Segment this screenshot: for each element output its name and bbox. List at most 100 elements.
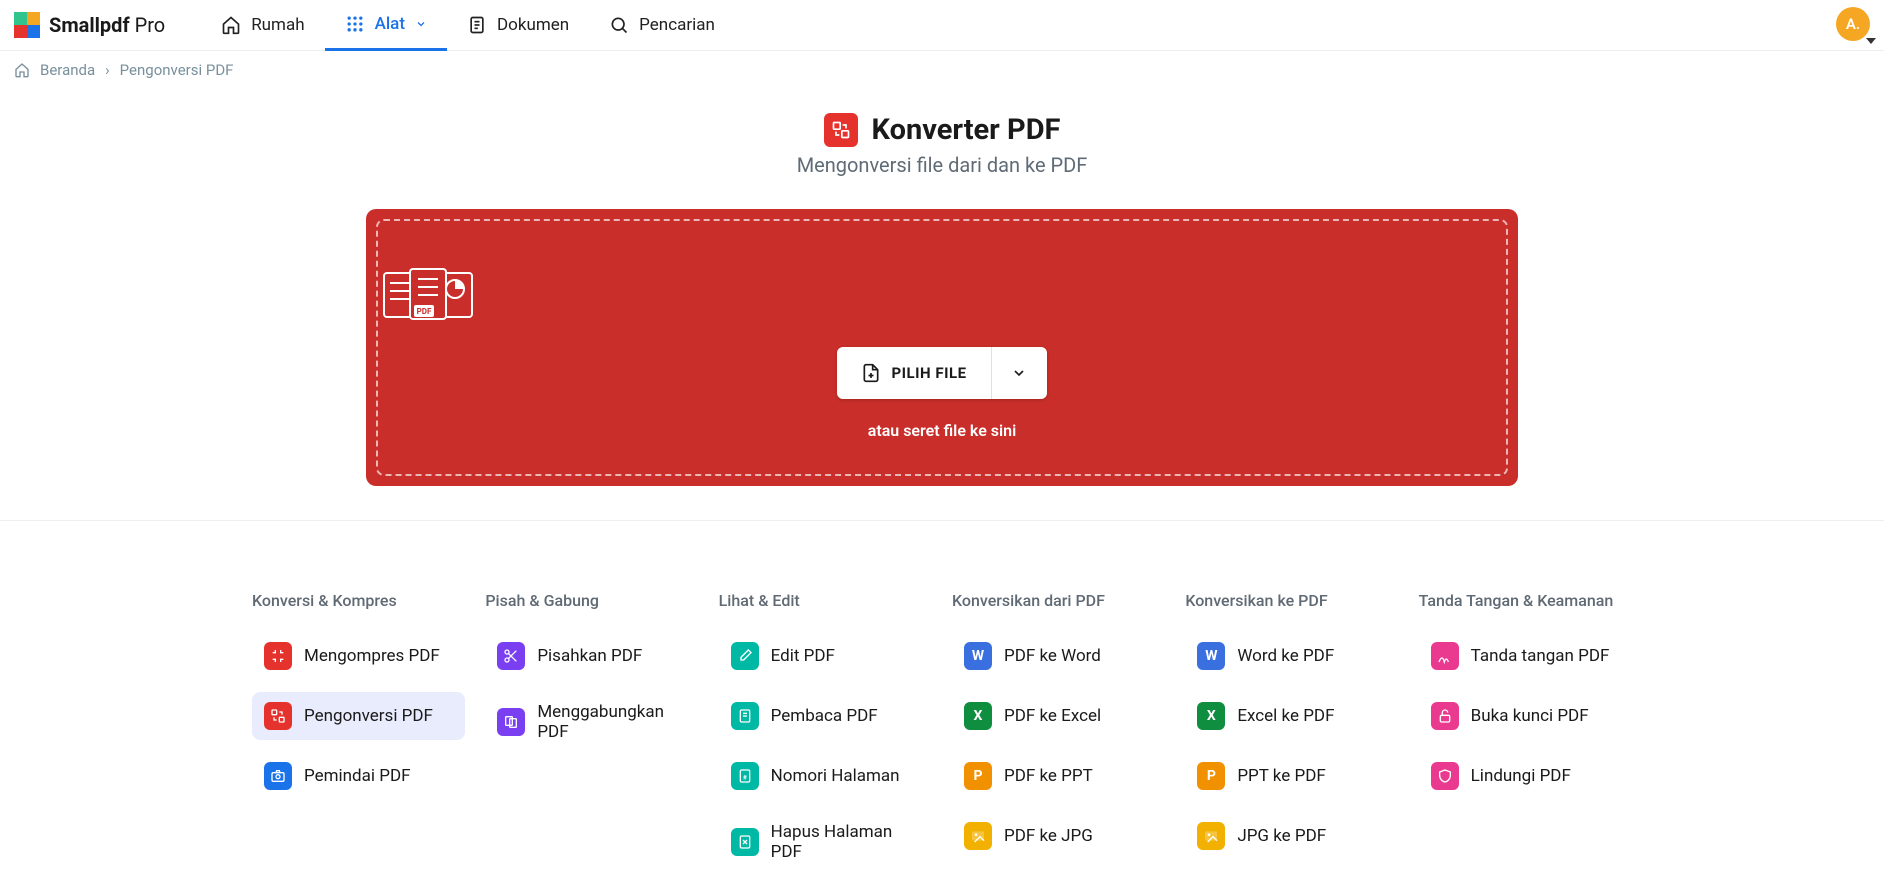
hero: Konverter PDF Mengonversi file dari dan … xyxy=(0,89,1884,486)
nav-search[interactable]: Pencarian xyxy=(589,0,735,51)
tool-item-label: Pemindai PDF xyxy=(304,766,411,786)
W-icon: W xyxy=(1197,642,1225,670)
tool-item[interactable]: Mengompres PDF xyxy=(252,632,465,680)
tools-column: Konversikan dari PDF W PDF ke Word XPDF ke … xyxy=(952,591,1165,884)
tool-item[interactable]: XExcel ke PDF xyxy=(1185,692,1398,740)
home-icon xyxy=(221,15,241,35)
file-plus-icon xyxy=(861,363,881,383)
files-illustration-icon: PDF xyxy=(378,263,478,327)
nav-tools[interactable]: Alat xyxy=(325,0,447,51)
tool-item-label: JPG ke PDF xyxy=(1237,826,1326,846)
tool-item-label: Pisahkan PDF xyxy=(537,646,642,666)
drop-hint: atau seret file ke sini xyxy=(378,421,1506,440)
tools-column: Konversi & Kompres Mengompres PDF Pengonve… xyxy=(252,591,465,884)
nav-search-label: Pencarian xyxy=(639,15,715,35)
tool-item-label: Hapus Halaman PDF xyxy=(771,822,920,862)
tool-item-label: PDF ke JPG xyxy=(1004,826,1093,846)
nav-tools-label: Alat xyxy=(375,14,405,34)
tool-item-label: Tanda tangan PDF xyxy=(1471,646,1610,666)
tool-item-label: Mengompres PDF xyxy=(304,646,440,666)
brand-logo-icon xyxy=(14,12,40,38)
tool-item[interactable]: W Word ke PDF xyxy=(1185,632,1398,680)
tool-item-label: Word ke PDF xyxy=(1237,646,1334,666)
P-icon: P xyxy=(1197,762,1225,790)
img-icon xyxy=(964,822,992,850)
nav-documents-label: Dokumen xyxy=(497,15,569,35)
tool-item[interactable]: Pengonversi PDF xyxy=(252,692,465,740)
number-icon: # xyxy=(731,762,759,790)
tool-item-label: Nomori Halaman xyxy=(771,766,900,786)
tools-column-title: Konversikan ke PDF xyxy=(1185,591,1398,610)
tool-item[interactable]: Hapus Halaman PDF xyxy=(719,812,932,872)
nav-home-label: Rumah xyxy=(251,15,304,35)
tool-item-label: PDF ke Word xyxy=(1004,646,1101,666)
tool-item-label: PDF ke Excel xyxy=(1004,706,1101,726)
breadcrumb-current: Pengonversi PDF xyxy=(120,61,234,79)
drop-zone-inner: PDF PILIH FILE atau seret file ke sini xyxy=(376,219,1508,476)
search-icon xyxy=(609,15,629,35)
compress-icon xyxy=(264,642,292,670)
tool-item[interactable]: P PDF ke PPT xyxy=(952,752,1165,800)
page-subtitle: Mengonversi file dari dan ke PDF xyxy=(0,153,1884,177)
reader-icon xyxy=(731,702,759,730)
avatar-menu-caret-icon[interactable] xyxy=(1866,38,1876,44)
tools-column: Lihat & EditEdit PDFPembaca PDF#Nomori H… xyxy=(719,591,932,884)
svg-text:PDF: PDF xyxy=(417,307,432,316)
tool-item-label: Pengonversi PDF xyxy=(304,706,433,726)
tools-column-title: Konversikan dari PDF xyxy=(952,591,1165,610)
drop-zone[interactable]: PDF PILIH FILE atau seret file ke sini xyxy=(366,209,1518,486)
tool-item[interactable]: Tanda tangan PDF xyxy=(1419,632,1632,680)
P-icon: P xyxy=(964,762,992,790)
tool-item[interactable]: XPDF ke Excel xyxy=(952,692,1165,740)
section-divider xyxy=(0,520,1884,521)
edit-icon xyxy=(731,642,759,670)
tools-column: Pisah & Gabung Pisahkan PDF Menggabungkan … xyxy=(485,591,698,884)
tool-item[interactable]: Edit PDF xyxy=(719,632,932,680)
brand-text: Smallpdf xyxy=(49,13,130,37)
choose-file-button[interactable]: PILIH FILE xyxy=(837,347,990,399)
tool-item[interactable]: # Nomori Halaman xyxy=(719,752,932,800)
tool-item[interactable]: P PPT ke PDF xyxy=(1185,752,1398,800)
page-title: Konverter PDF xyxy=(872,113,1061,147)
breadcrumb-home[interactable]: Beranda xyxy=(40,61,95,79)
svg-text:#: # xyxy=(743,773,747,781)
home-icon xyxy=(14,62,30,78)
choose-file-menu-button[interactable] xyxy=(991,347,1047,399)
tool-item[interactable]: W PDF ke Word xyxy=(952,632,1165,680)
choose-file-group: PILIH FILE xyxy=(837,347,1046,399)
camera-icon xyxy=(264,762,292,790)
unlock-icon xyxy=(1431,702,1459,730)
merge-icon xyxy=(497,708,525,736)
tool-item[interactable]: Pembaca PDF xyxy=(719,692,932,740)
delete-icon xyxy=(731,828,759,856)
breadcrumb-separator: › xyxy=(105,61,110,79)
tool-item[interactable]: Menggabungkan PDF xyxy=(485,692,698,752)
converter-icon xyxy=(824,113,858,147)
tools-column-title: Konversi & Kompres xyxy=(252,591,465,610)
tools-column-title: Pisah & Gabung xyxy=(485,591,698,610)
nav-home[interactable]: Rumah xyxy=(201,0,324,51)
nav-documents[interactable]: Dokumen xyxy=(447,0,589,51)
tool-item[interactable]: Buka kunci PDF xyxy=(1419,692,1632,740)
document-icon xyxy=(467,15,487,35)
tool-item-label: Pembaca PDF xyxy=(771,706,878,726)
brand-name: Smallpdf Pro xyxy=(49,13,165,37)
grid-icon xyxy=(345,14,365,34)
tools-column: Konversikan ke PDF W Word ke PDF XExcel ke … xyxy=(1185,591,1398,884)
tool-item-label: PDF ke PPT xyxy=(1004,766,1093,786)
tools-grid: Konversi & Kompres Mengompres PDF Pengonve… xyxy=(252,591,1632,884)
tool-item[interactable]: JPG ke PDF xyxy=(1185,812,1398,860)
tool-item[interactable]: Pisahkan PDF xyxy=(485,632,698,680)
tool-item-label: PPT ke PDF xyxy=(1237,766,1325,786)
W-icon: W xyxy=(964,642,992,670)
tool-item[interactable]: Lindungi PDF xyxy=(1419,752,1632,800)
convert-icon xyxy=(264,702,292,730)
avatar[interactable]: A. xyxy=(1836,7,1870,41)
tool-item[interactable]: PDF ke JPG xyxy=(952,812,1165,860)
X-icon: X xyxy=(1197,702,1225,730)
tool-item[interactable]: Pemindai PDF xyxy=(252,752,465,800)
tools-column: Tanda Tangan & KeamananTanda tangan PDFB… xyxy=(1419,591,1632,884)
tool-item-label: Buka kunci PDF xyxy=(1471,706,1589,726)
tool-item-label: Lindungi PDF xyxy=(1471,766,1571,786)
protect-icon xyxy=(1431,762,1459,790)
